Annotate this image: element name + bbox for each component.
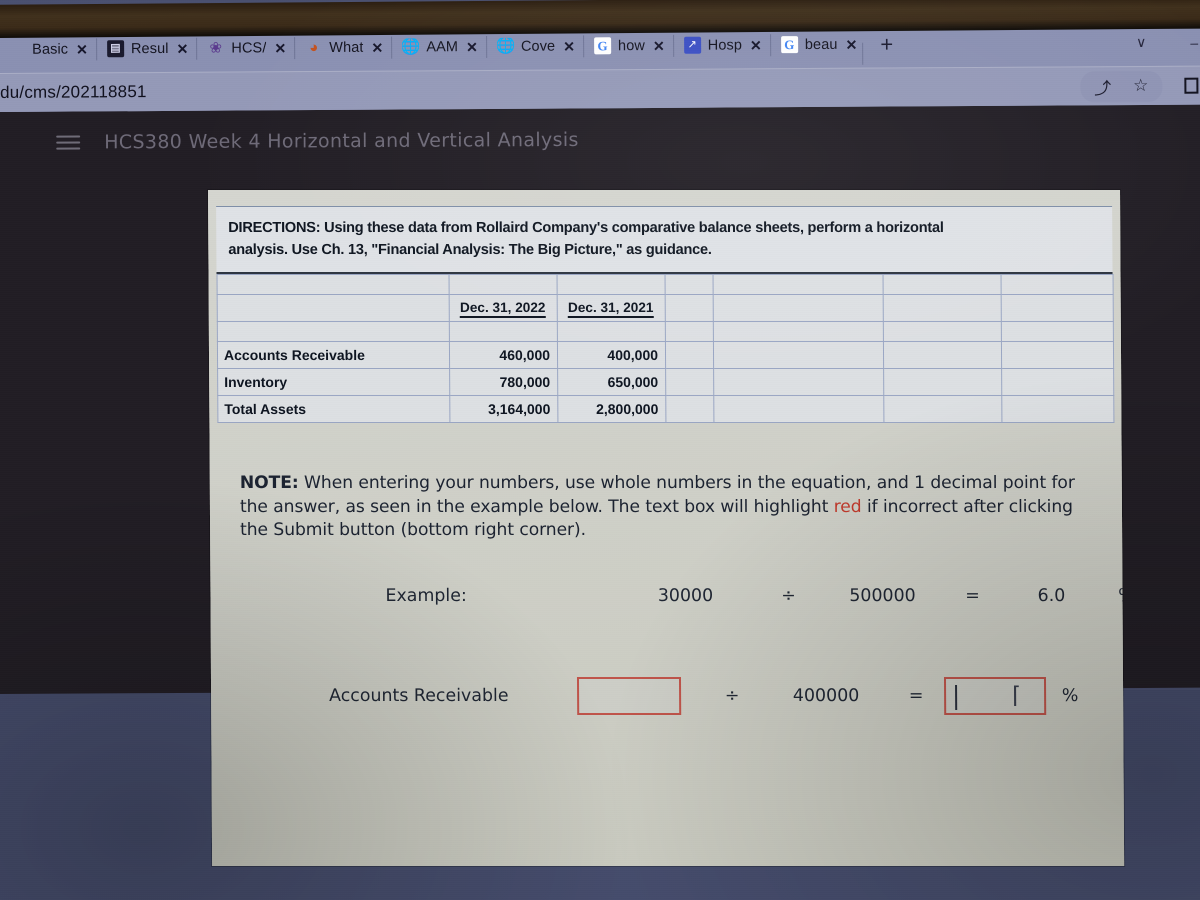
globe-icon: 🌐 [496, 37, 514, 55]
url-text[interactable]: edu/cms/202118851 [0, 82, 147, 103]
row-value-2022: 780,000 [449, 368, 558, 396]
google-icon: G [593, 37, 612, 55]
new-tab-button[interactable]: + [866, 31, 907, 56]
browser-tab[interactable]: Basic ✕ [0, 29, 97, 70]
reader-view-icon[interactable] [1184, 77, 1199, 94]
table-header-row: Dec. 31, 2022 Dec. 31, 2021 [217, 294, 1114, 322]
tab-label: What [329, 39, 364, 56]
window-controls: ∨ – [1136, 34, 1200, 51]
note-red-word: red [833, 496, 862, 517]
document-icon: ▤ [106, 40, 125, 58]
orange-app-icon: ◕ [309, 39, 319, 57]
close-icon[interactable]: ✕ [845, 36, 857, 52]
balance-sheet-table: Dec. 31, 2022 Dec. 31, 2021 Accounts Rec… [216, 273, 1115, 423]
tab-list-chevron-icon[interactable]: ∨ [1136, 34, 1146, 51]
browser-tab[interactable]: Ghow ✕ [584, 25, 674, 66]
directions-line-1: DIRECTIONS: Using these data from Rollai… [228, 219, 944, 236]
table-header-blank [217, 294, 450, 322]
example-denominator: 500000 [849, 585, 916, 606]
tab-label: AAM [426, 38, 459, 55]
hamburger-menu-icon[interactable] [56, 135, 81, 150]
equals-operator: = [965, 585, 980, 606]
purple-flower-icon: ❀ [209, 39, 223, 57]
table-row: Inventory 780,000 650,000 [217, 368, 1114, 396]
note-block: NOTE: When entering your numbers, use wh… [240, 472, 1082, 543]
share-icon[interactable]: ⤴ [1094, 74, 1111, 99]
example-numerator: 30000 [657, 585, 714, 606]
directions-block: DIRECTIONS: Using these data from Rollai… [216, 205, 1113, 275]
close-icon[interactable]: ✕ [274, 40, 286, 56]
row-label: Inventory [217, 368, 450, 396]
globe-icon: 🌐 [402, 38, 420, 56]
numerator-field-cell [554, 676, 704, 715]
tab-label: Basic [32, 41, 69, 58]
address-bar[interactable]: edu/cms/202118851 ⤴ ☆ [0, 65, 1200, 112]
tab-label: Cove [520, 38, 556, 55]
tab-strip: Basic ✕ ▤ Resul ✕ ❀ HCS/✕ ◕ What ✕ 🌐 AAM ✕ 🌐 Cove ✕ Ghow… [0, 18, 1200, 73]
tab-label: beau [804, 36, 838, 53]
row-value-2021: 400,000 [557, 341, 666, 369]
row-value-2021: 2,800,000 [557, 395, 666, 423]
close-icon[interactable]: ✕ [466, 39, 478, 55]
close-icon[interactable]: ✕ [76, 41, 88, 57]
table-header-2021: Dec. 31, 2021 [557, 294, 666, 322]
google-icon: G [780, 36, 798, 54]
row-value-2021: 650,000 [557, 368, 666, 396]
close-icon[interactable]: ✕ [371, 39, 383, 55]
directions-line-2: analysis. Use Ch. 13, "Financial Analysi… [228, 242, 712, 259]
external-link-icon: ↗ [683, 36, 701, 54]
row-label: Accounts Receivable [217, 341, 450, 369]
page-title: HCS380 Week 4 Horizontal and Vertical An… [104, 128, 579, 154]
tab-label: Resul [130, 40, 169, 57]
example-equation-row: Example: 30000 ÷ 500000 = 6.0 % [385, 586, 1124, 606]
browser-tab[interactable]: 🌐 Cove ✕ [487, 26, 584, 67]
close-icon[interactable]: ✕ [563, 38, 575, 54]
answer-denominator: 400000 [792, 685, 860, 706]
result-input[interactable]: ⌈ [943, 676, 1047, 715]
table-row: Accounts Receivable 460,000 400,000 [217, 341, 1114, 369]
bookmark-star-icon[interactable]: ☆ [1133, 76, 1148, 96]
table-row: Total Assets 3,164,000 2,800,000 [217, 395, 1114, 423]
answer-label: Accounts Receivable [329, 685, 509, 706]
browser-tab[interactable]: ↗ Hosp ✕ [674, 25, 771, 66]
percent-symbol: % [1118, 585, 1125, 606]
result-field-cell: ⌈ [940, 676, 1050, 715]
divide-operator: ÷ [781, 585, 796, 606]
browser-window: Basic ✕ ▤ Resul ✕ ❀ HCS/✕ ◕ What ✕ 🌐 AAM ✕ 🌐 Cove ✕ Ghow… [0, 18, 1200, 112]
example-result: 6.0 [1037, 585, 1066, 606]
numerator-input[interactable] [576, 676, 682, 715]
equals-operator: = [908, 685, 924, 706]
browser-tab[interactable]: ◕ What ✕ [295, 27, 392, 68]
browser-tab[interactable]: 🌐 AAM ✕ [392, 26, 487, 67]
percent-symbol: % [1061, 685, 1079, 706]
divide-operator: ÷ [724, 685, 740, 706]
note-prefix: NOTE: [239, 472, 299, 493]
row-label: Total Assets [217, 395, 450, 423]
close-icon[interactable]: ✕ [653, 37, 665, 53]
row-value-2022: 460,000 [449, 341, 558, 369]
table-spacer-row [217, 274, 1114, 295]
table-spacer-row [217, 321, 1114, 342]
browser-tab[interactable]: ❀ HCS/ ✕ [197, 28, 295, 69]
row-value-2022: 3,164,000 [449, 395, 558, 423]
minimize-button[interactable]: – [1190, 34, 1198, 50]
text-caret [955, 684, 958, 710]
assignment-document-page: DIRECTIONS: Using these data from Rollai… [208, 190, 1125, 866]
tab-label: HCS/ [231, 39, 267, 57]
tab-label: Hosp [707, 36, 743, 54]
tab-label: how [617, 37, 645, 54]
answer-equation-row: Accounts Receivable ÷ 400000 = ⌈ % [329, 676, 1090, 715]
close-icon[interactable]: ✕ [176, 40, 188, 56]
address-bar-actions: ⤴ ☆ [1080, 70, 1199, 102]
browser-tab[interactable]: Gbeau ✕ [771, 24, 867, 65]
close-icon[interactable]: ✕ [750, 37, 762, 53]
screen-photograph: HCS380 Week 4 Horizontal and Vertical An… [0, 0, 1200, 900]
ibeam-cursor-icon: ⌈ [1012, 682, 1022, 709]
browser-tab[interactable]: ▤ Resul ✕ [97, 28, 198, 69]
example-label: Example: [385, 585, 467, 606]
table-header-2022: Dec. 31, 2022 [449, 294, 558, 322]
